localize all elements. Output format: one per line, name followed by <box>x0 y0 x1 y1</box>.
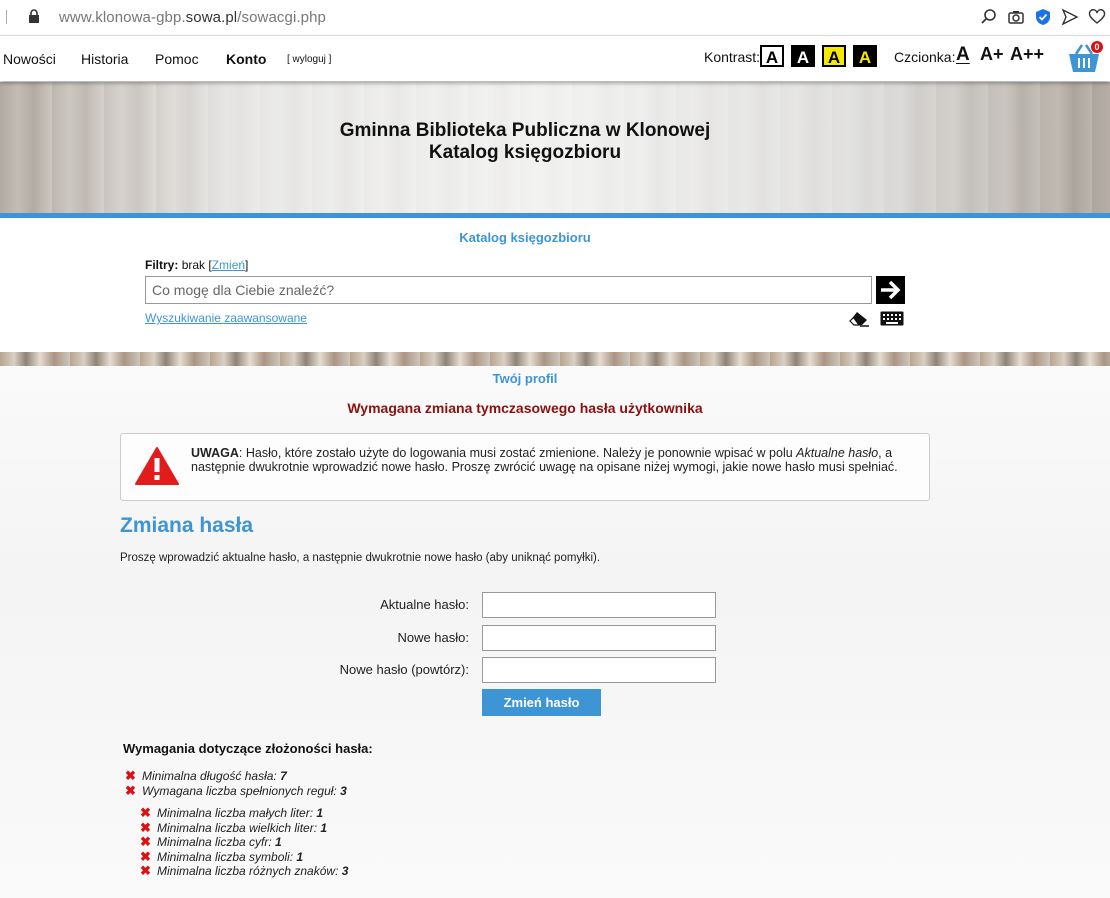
cross-icon: ✖ <box>140 863 151 878</box>
warning-heading: Wymagana zmiana tymczasowego hasła użytk… <box>347 400 703 416</box>
shield-icon[interactable] <box>1034 8 1052 26</box>
camera-icon[interactable] <box>1007 8 1025 26</box>
requirement-item: ✖ Minimalna długość hasła: 7 <box>125 768 287 783</box>
alert-text-part1: : Hasło, które zostało użyte do logowani… <box>238 446 797 460</box>
repeat-password-field[interactable] <box>482 657 716 683</box>
rule-item: ✖ Minimalna liczba cyfr: 1 <box>140 834 282 849</box>
current-password-label: Aktualne hasło: <box>380 597 469 612</box>
nav-account[interactable]: Konto <box>226 51 266 67</box>
contrast-black-on-yellow-button[interactable]: A <box>822 45 846 67</box>
filters-value: brak <box>181 258 206 272</box>
basket-count-badge: 0 <box>1091 41 1103 53</box>
alert-box: UWAGA: Hasło, które zostało użyte do log… <box>120 433 930 501</box>
font-normal-button[interactable]: A <box>956 44 970 66</box>
search-submit-button[interactable] <box>876 276 905 304</box>
search-panel: Katalog księgozbioru Filtry: brak [Zmień… <box>0 218 1110 352</box>
alert-field-name: Aktualne hasło <box>796 446 879 460</box>
catalog-subtitle: Katalog księgozbioru <box>428 142 622 163</box>
filters-change-link[interactable]: Zmień <box>212 258 245 272</box>
font-size-label: Czcionka: <box>894 49 956 65</box>
repeat-password-label: Nowe hasło (powtórz): <box>339 662 469 677</box>
requirements-rules-list: ✖ Minimalna liczba małych liter: 1 ✖ Minim… <box>140 805 349 879</box>
nav-help[interactable]: Pomoc <box>155 51 199 67</box>
rule-item: ✖ Minimalna liczba różnych znaków: 3 <box>140 863 349 878</box>
lock-icon <box>29 9 39 23</box>
basket-button[interactable]: 0 <box>1067 41 1103 74</box>
contrast-yellow-on-black-button[interactable]: A <box>853 45 877 67</box>
cross-icon: ✖ <box>140 848 151 864</box>
eraser-icon[interactable] <box>848 309 870 327</box>
section-title: Zmiana hasła <box>120 514 254 537</box>
contrast-label: Kontrast: <box>704 49 761 65</box>
warning-triangle-icon <box>135 447 179 485</box>
hero-banner: Gminna Biblioteka Publiczna w Klonowej K… <box>0 82 1110 214</box>
search-input[interactable] <box>145 276 872 304</box>
font-larger-button[interactable]: A++ <box>1010 44 1044 65</box>
contrast-default-button[interactable]: A <box>760 45 784 67</box>
arrow-right-icon <box>881 280 901 300</box>
url-text[interactable]: www.klonowa-gbp.sowa.pl/sowacgi.php <box>59 9 326 26</box>
toolbar-separator <box>6 10 7 24</box>
alert-text: UWAGA: Hasło, które zostało użyte do log… <box>191 446 916 474</box>
heart-icon[interactable] <box>1088 8 1106 26</box>
library-name: Gminna Biblioteka Publiczna w Klonowej <box>339 120 711 141</box>
cross-icon: ✖ <box>140 805 151 820</box>
cross-icon: ✖ <box>125 782 136 798</box>
font-large-button[interactable]: A+ <box>980 44 1004 65</box>
decorative-strip <box>0 352 1110 366</box>
requirements-main-list: ✖ Minimalna długość hasła: 7 ✖ Wymagana li… <box>125 768 347 798</box>
keyboard-icon[interactable] <box>880 311 904 326</box>
send-icon[interactable] <box>1061 8 1079 26</box>
catalog-link[interactable]: Katalog księgozbioru <box>0 230 1050 245</box>
site-navbar: Nowości Historia Pomoc Konto [ wyloguj ]… <box>0 36 1110 81</box>
cross-icon: ✖ <box>140 819 151 835</box>
filters-label: Filtry: <box>145 258 179 272</box>
cross-icon: ✖ <box>140 834 151 849</box>
new-password-field[interactable] <box>482 625 716 651</box>
change-password-button[interactable]: Zmień hasło <box>482 689 601 716</box>
intro-text: Proszę wprowadzić aktualne hasło, a nast… <box>120 552 601 564</box>
filters-line: Filtry: brak [Zmień] <box>145 258 249 272</box>
browser-address-bar: www.klonowa-gbp.sowa.pl/sowacgi.php <box>0 0 1110 36</box>
new-password-label: Nowe hasło: <box>397 630 469 645</box>
cross-icon: ✖ <box>125 768 136 783</box>
your-profile-link[interactable]: Twój profil <box>0 371 1050 386</box>
contrast-white-on-black-button[interactable]: A <box>791 45 815 67</box>
current-password-field[interactable] <box>482 592 716 618</box>
search-icon[interactable] <box>980 8 998 26</box>
nav-news[interactable]: Nowości <box>3 51 56 67</box>
rule-item: ✖ Minimalna liczba wielkich liter: 1 <box>140 819 328 835</box>
rule-item: ✖ Minimalna liczba symboli: 1 <box>140 848 304 864</box>
rule-item: ✖ Minimalna liczba małych liter: 1 <box>140 805 324 820</box>
library-title: Gminna Biblioteka Publiczna w Klonowej K… <box>0 120 1050 164</box>
nav-history[interactable]: Historia <box>81 51 128 67</box>
advanced-search-link[interactable]: Wyszukiwanie zaawansowane <box>145 311 307 325</box>
requirement-item: ✖ Wymagana liczba spełnionych reguł: 3 <box>125 782 347 798</box>
logout-link[interactable]: [ wyloguj ] <box>287 54 331 65</box>
requirements-title: Wymagania dotyczące złożoności hasła: <box>123 741 373 756</box>
alert-label: UWAGA <box>191 446 239 460</box>
